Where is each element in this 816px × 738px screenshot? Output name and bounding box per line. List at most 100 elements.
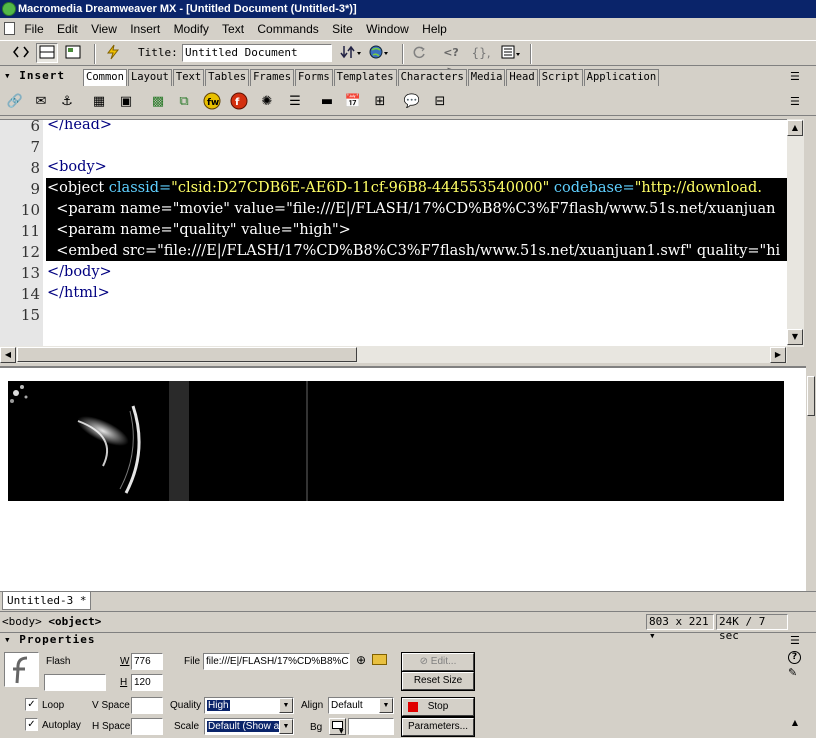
comment-icon[interactable]: 💬 [402,92,422,112]
tab-forms[interactable]: Forms [295,69,333,86]
code-navigation-button[interactable]: {}, [470,43,492,63]
email-link-icon[interactable]: ✉ [31,92,51,112]
hyperlink-icon[interactable]: 🔗 [5,92,25,112]
scroll-right-arrow-icon[interactable]: ▶ [770,347,786,363]
code-line: <body> [47,159,107,175]
design-vertical-scrollbar[interactable] [806,366,816,591]
browse-folder-icon[interactable] [372,654,387,665]
code-view-button[interactable] [10,43,32,63]
insert-options-icon[interactable]: ☰ [790,95,800,108]
collapse-arrow-icon[interactable]: ▲ [788,718,802,732]
scale-select[interactable]: Default (Show all) ▼ [204,718,294,735]
align-select[interactable]: Default ▼ [328,697,394,714]
design-view-button[interactable] [62,43,84,63]
tab-characters[interactable]: Characters [397,69,467,86]
tag-body[interactable]: <body> [2,615,42,628]
parameters-button[interactable]: Parameters... [401,717,475,737]
flash-movie-object[interactable] [8,381,784,501]
code-horizontal-scrollbar[interactable]: ◀ ▶ [0,346,787,363]
scroll-down-arrow-icon[interactable]: ▼ [787,329,803,345]
menu-text[interactable]: Text [222,22,244,36]
object-name-input[interactable] [44,674,106,691]
tab-text[interactable]: Text [172,69,205,86]
tab-head[interactable]: Head [506,69,538,86]
hspace-input[interactable] [131,718,163,735]
tab-script[interactable]: Script [538,69,583,86]
menu-commands[interactable]: Commands [257,22,318,36]
date-icon[interactable]: 📅 [343,92,363,112]
flash-icon[interactable]: f [229,92,249,112]
document-tab-untitled-3[interactable]: Untitled-3 * [2,592,92,610]
height-input[interactable]: 120 [131,674,163,691]
preview-browser-button[interactable] [366,43,392,63]
chevron-down-icon: ▼ [279,698,293,713]
tab-media[interactable]: Media [467,69,506,86]
edit-button[interactable]: ⊘ Edit... [401,652,475,672]
vspace-input[interactable] [131,697,163,714]
named-anchor-icon[interactable]: ⚓ [57,92,77,112]
bg-color-input[interactable] [348,718,394,735]
menu-file[interactable]: File [24,22,43,36]
menu-window[interactable]: Window [366,22,409,36]
autoplay-checkbox[interactable]: ✓ [25,718,38,731]
menu-insert[interactable]: Insert [130,22,160,36]
scroll-up-arrow-icon[interactable]: ▲ [787,120,803,136]
tab-tables[interactable]: Tables [205,69,250,86]
scroll-left-arrow-icon[interactable]: ◀ [0,347,16,363]
reference-button[interactable]: <?> [438,43,464,77]
document-icon[interactable] [4,22,15,35]
quality-label: Quality [170,700,202,711]
panel-options-icon[interactable]: ☰ [790,70,800,83]
file-path-input[interactable]: file:///E|/FLASH/17%CD%B8%C3% [203,653,350,670]
code-vertical-scrollbar[interactable]: ▲ ▼ [787,119,804,347]
width-input[interactable]: 776 [131,653,163,670]
view-options-button[interactable] [498,43,524,63]
insert-panel-title[interactable]: ▾ Insert [4,69,65,82]
menu-edit[interactable]: Edit [57,22,78,36]
loop-checkbox[interactable]: ✓ [25,698,38,711]
point-to-file-icon[interactable]: ⊕ [356,653,366,667]
tabular-data-icon[interactable]: ⊞ [370,92,390,112]
properties-panel-title[interactable]: ▾ Properties [4,633,95,646]
window-size-indicator[interactable]: 803 x 221 ▾ [646,614,714,642]
split-view-button[interactable] [36,43,58,63]
tab-application[interactable]: Application [583,69,660,86]
menu-view[interactable]: View [91,22,117,36]
menu-site[interactable]: Site [332,22,353,36]
rule-icon[interactable]: ✺ [257,92,277,112]
tab-templates[interactable]: Templates [333,69,397,86]
horizontal-rule-icon[interactable]: ▬ [317,92,337,112]
fireworks-html-icon[interactable]: fw [202,92,222,112]
design-scroll-thumb[interactable] [807,376,815,416]
height-label: H [120,677,128,688]
stop-button[interactable]: Stop [401,697,475,717]
table-icon[interactable]: ▦ [89,92,109,112]
file-management-button[interactable] [338,43,364,63]
tab-layout[interactable]: Layout [127,69,172,86]
navigation-bar-icon[interactable]: ☰ [285,92,305,112]
layer-icon[interactable]: ▣ [116,92,136,112]
code-line: </html> [47,285,110,301]
quality-select[interactable]: High ▼ [204,697,294,714]
tag-chooser-icon[interactable]: ⊟ [430,92,450,112]
flash-type-icon [4,652,39,687]
menu-modify[interactable]: Modify [174,22,209,36]
properties-options-icon[interactable]: ☰ [790,634,800,647]
tab-frames[interactable]: Frames [250,69,295,86]
window-title: Macromedia Dreamweaver MX - [Untitled Do… [18,3,357,15]
page-title-input[interactable]: Untitled Document [182,44,332,62]
bg-color-swatch[interactable]: ▼ [329,718,346,735]
tag-object[interactable]: <object> [48,615,101,628]
rollover-image-icon[interactable]: ⧉ [174,92,194,112]
document-tabs: Untitled-3 * [0,591,816,610]
image-icon[interactable]: ▩ [148,92,168,112]
refresh-button[interactable] [408,43,430,63]
horizontal-scroll-thumb[interactable] [17,347,357,362]
reset-size-button[interactable]: Reset Size [401,671,475,691]
help-icon[interactable]: ? [788,651,801,664]
quick-tag-editor-icon[interactable]: ✎ [788,666,797,679]
code-view[interactable]: 6 </head> 7 8 <body> 9 <object classid="… [0,119,804,347]
live-data-button[interactable] [102,43,124,63]
tab-common[interactable]: Common [83,69,127,86]
menu-help[interactable]: Help [422,22,447,36]
